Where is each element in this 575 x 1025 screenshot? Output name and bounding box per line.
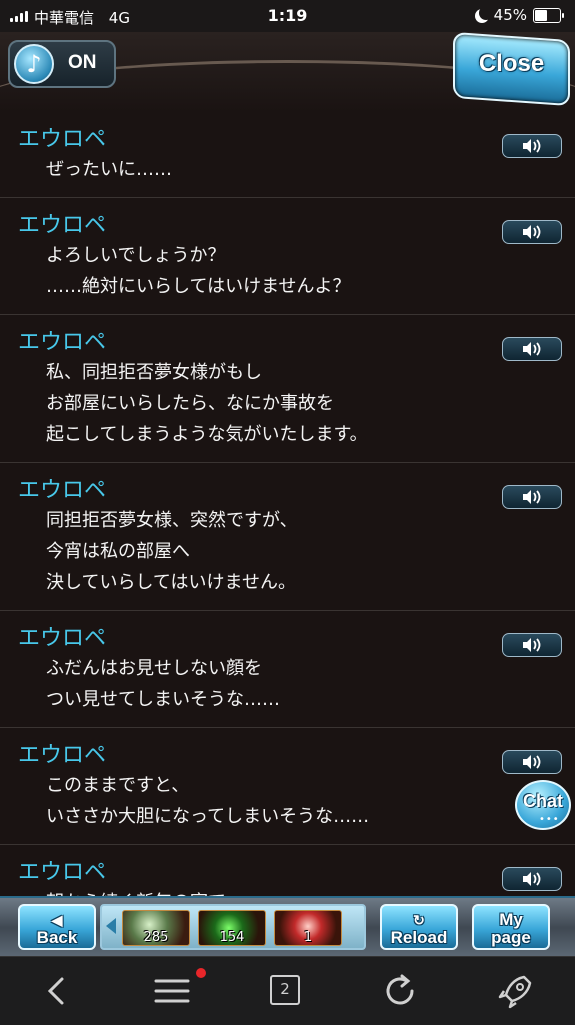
item-slot[interactable]: 154 xyxy=(198,910,266,946)
dialogue-line: 私、同担拒否夢女様がもし xyxy=(46,362,262,383)
status-bar: 中華電信 4G 1:19 45% xyxy=(0,0,575,32)
reload-icon: ↻ xyxy=(413,912,425,928)
chat-button[interactable]: Chat ••• xyxy=(515,780,571,830)
item-count: 285 xyxy=(143,930,169,945)
speaker-name: エウロペ xyxy=(18,860,107,885)
item-slot[interactable]: 285 xyxy=(122,910,190,946)
dialogue-log[interactable]: エウロペ ぜったいに…… エウロペ よろしいでしょうか？ ……絶対にいらしてはいけません… xyxy=(0,112,575,896)
dialogue-line: つい見せてしまいそうな…… xyxy=(46,689,280,710)
play-voice-button[interactable] xyxy=(502,220,562,244)
speaker-icon xyxy=(523,342,541,356)
hamburger-menu-icon xyxy=(154,979,190,1003)
dialogue-line: ぜったいに…… xyxy=(46,159,172,180)
dialogue-line: いささか大胆になってしまいそうな…… xyxy=(46,806,370,827)
speaker-name: エウロペ xyxy=(18,213,107,238)
speaker-icon xyxy=(523,872,541,886)
mypage-label-top: My xyxy=(499,910,523,929)
log-entry: エウロペ同担拒否夢女様、突然ですが、 今宵は私の部屋へ決していらしてはいけません。 xyxy=(0,463,575,611)
browser-refresh-button[interactable] xyxy=(382,973,422,1009)
play-voice-button[interactable] xyxy=(502,633,562,657)
chevron-left-icon xyxy=(47,977,64,1005)
dialogue-line: 朝から続く新年の宴で xyxy=(18,887,555,896)
music-note-icon: ♪ xyxy=(14,44,54,84)
back-arrow-icon: ◀ xyxy=(51,912,63,928)
back-button[interactable]: ◀ Back xyxy=(18,904,96,950)
speaker-name: エウロペ xyxy=(18,478,107,503)
play-voice-button[interactable] xyxy=(502,485,562,509)
bgm-status-label: ON xyxy=(68,52,97,73)
reload-button[interactable]: ↻ Reload xyxy=(380,904,458,950)
tabs-icon: 2 xyxy=(270,975,300,1005)
dialogue-line: 今宵は私の部屋へ xyxy=(46,541,190,562)
battery-icon xyxy=(533,7,564,23)
battery-percent: 45% xyxy=(493,6,527,24)
dialogue-line: このままですと、 xyxy=(46,775,190,796)
speaker-icon xyxy=(523,490,541,504)
log-entry: エウロペふだんはお見せしない顔を つい見せてしまいそうな…… xyxy=(0,611,575,728)
close-button[interactable]: Close xyxy=(453,31,570,107)
log-entry: エウロペこのままですと、いささか大胆になってしまいそうな…… xyxy=(0,728,575,845)
dialogue-line: お部屋にいらしたら、なにか事故を xyxy=(46,393,334,414)
play-voice-button[interactable] xyxy=(502,867,562,891)
bgm-toggle-button[interactable]: ♪ ON xyxy=(8,40,116,88)
play-voice-button[interactable] xyxy=(502,750,562,774)
browser-toolbar: 2 xyxy=(0,956,575,1025)
dialogue-line: よろしいでしょうか？ xyxy=(46,245,226,266)
browser-back-button[interactable] xyxy=(38,973,78,1009)
dialogue-line: 同担拒否夢女様、突然ですが、 xyxy=(46,510,298,531)
item-count: 154 xyxy=(219,930,245,945)
speaker-name: エウロペ xyxy=(18,743,107,768)
do-not-disturb-icon xyxy=(479,6,493,20)
browser-rocket-button[interactable] xyxy=(496,973,536,1009)
speaker-icon xyxy=(523,225,541,239)
log-entry: エウロペ私、同担拒否夢女様がもしお部屋にいらしたら、なにか事故を起こしてしまうよ… xyxy=(0,315,575,463)
speaker-icon xyxy=(523,755,541,769)
play-voice-button[interactable] xyxy=(502,134,562,158)
chat-label: Chat xyxy=(523,791,563,811)
log-entry: エウロペぜったいに…… xyxy=(0,112,575,198)
log-entry: エウロペ朝から続く新年の宴で xyxy=(0,845,575,896)
item-shortcut-panel: 285 154 1 xyxy=(100,904,366,950)
rocket-icon xyxy=(498,975,532,1009)
back-label: Back xyxy=(36,928,78,947)
scroll-left-icon[interactable] xyxy=(106,918,116,934)
chat-dots-icon: ••• xyxy=(539,814,560,825)
mypage-label-bottom: page xyxy=(491,928,531,947)
close-label: Close xyxy=(478,50,545,77)
item-count: 1 xyxy=(303,930,313,945)
dialogue-line: 決していらしてはいけません。 xyxy=(46,572,297,593)
browser-menu-button[interactable] xyxy=(152,973,192,1009)
game-nav-bar: ◀ Back 285 154 1 ↻ Reload My page xyxy=(0,896,575,958)
play-voice-button[interactable] xyxy=(502,337,562,361)
notification-dot xyxy=(196,968,206,978)
log-entry: エウロペよろしいでしょうか？ ……絶対にいらしてはいけませんよ？ xyxy=(0,198,575,315)
refresh-icon xyxy=(386,974,414,1005)
dialogue-line: ふだんはお見せしない顔を xyxy=(46,658,262,679)
speaker-name: エウロペ xyxy=(18,127,107,152)
mypage-button[interactable]: My page xyxy=(472,904,550,950)
dialogue-line: 起こしてしまうような気がいたします。 xyxy=(46,424,368,445)
speaker-icon xyxy=(523,139,541,153)
speaker-name: エウロペ xyxy=(18,626,107,651)
speaker-name: エウロペ xyxy=(18,330,107,355)
speaker-icon xyxy=(523,638,541,652)
item-slot[interactable]: 1 xyxy=(274,910,342,946)
reload-label: Reload xyxy=(390,928,448,947)
browser-tabs-button[interactable]: 2 xyxy=(266,973,306,1009)
dialogue-line: ……絶対にいらしてはいけませんよ？ xyxy=(46,276,351,297)
